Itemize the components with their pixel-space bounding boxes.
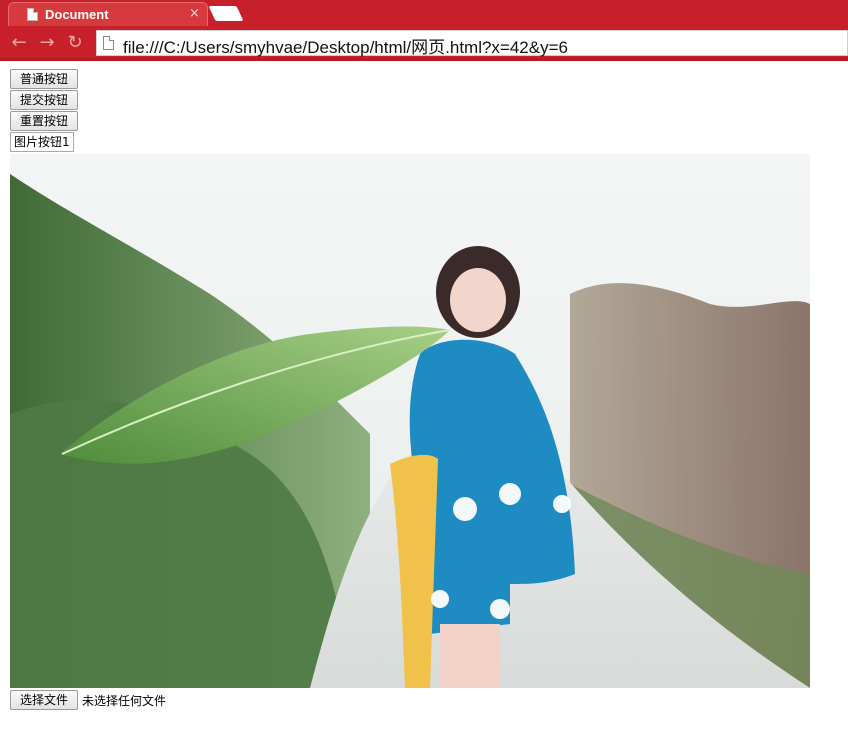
file-status-text: 未选择任何文件 [82, 694, 167, 708]
back-arrow-icon[interactable]: ← [8, 32, 30, 54]
reset-button[interactable]: 重置按钮 [10, 111, 78, 131]
new-tab-button[interactable] [208, 6, 244, 21]
browser-tab-bar: Document × [0, 0, 848, 26]
choose-file-button[interactable]: 选择文件 [10, 690, 78, 710]
close-icon[interactable]: × [189, 6, 200, 21]
tab-title: Document [45, 7, 109, 22]
document-icon [27, 8, 38, 21]
photo-image [10, 154, 810, 688]
normal-button[interactable]: 普通按钮 [10, 69, 78, 89]
photo-illustration [10, 154, 810, 688]
url-text: file:///C:/Users/smyhvae/Desktop/html/网页… [123, 38, 568, 57]
page-icon [103, 36, 114, 50]
image-button[interactable]: 图片按钮1 [10, 132, 74, 152]
reload-icon[interactable]: ↻ [64, 32, 86, 54]
page-content: 普通按钮 提交按钮 重置按钮 图片按钮1 选择文件 未选择任何文件 [0, 64, 848, 731]
address-bar[interactable]: file:///C:/Users/smyhvae/Desktop/html/网页… [96, 30, 848, 57]
browser-tab[interactable]: Document × [8, 2, 208, 26]
browser-toolbar: ← → ↻ file:///C:/Users/smyhvae/Desktop/h… [0, 26, 848, 61]
forward-arrow-icon[interactable]: → [36, 32, 58, 54]
submit-button[interactable]: 提交按钮 [10, 90, 78, 110]
